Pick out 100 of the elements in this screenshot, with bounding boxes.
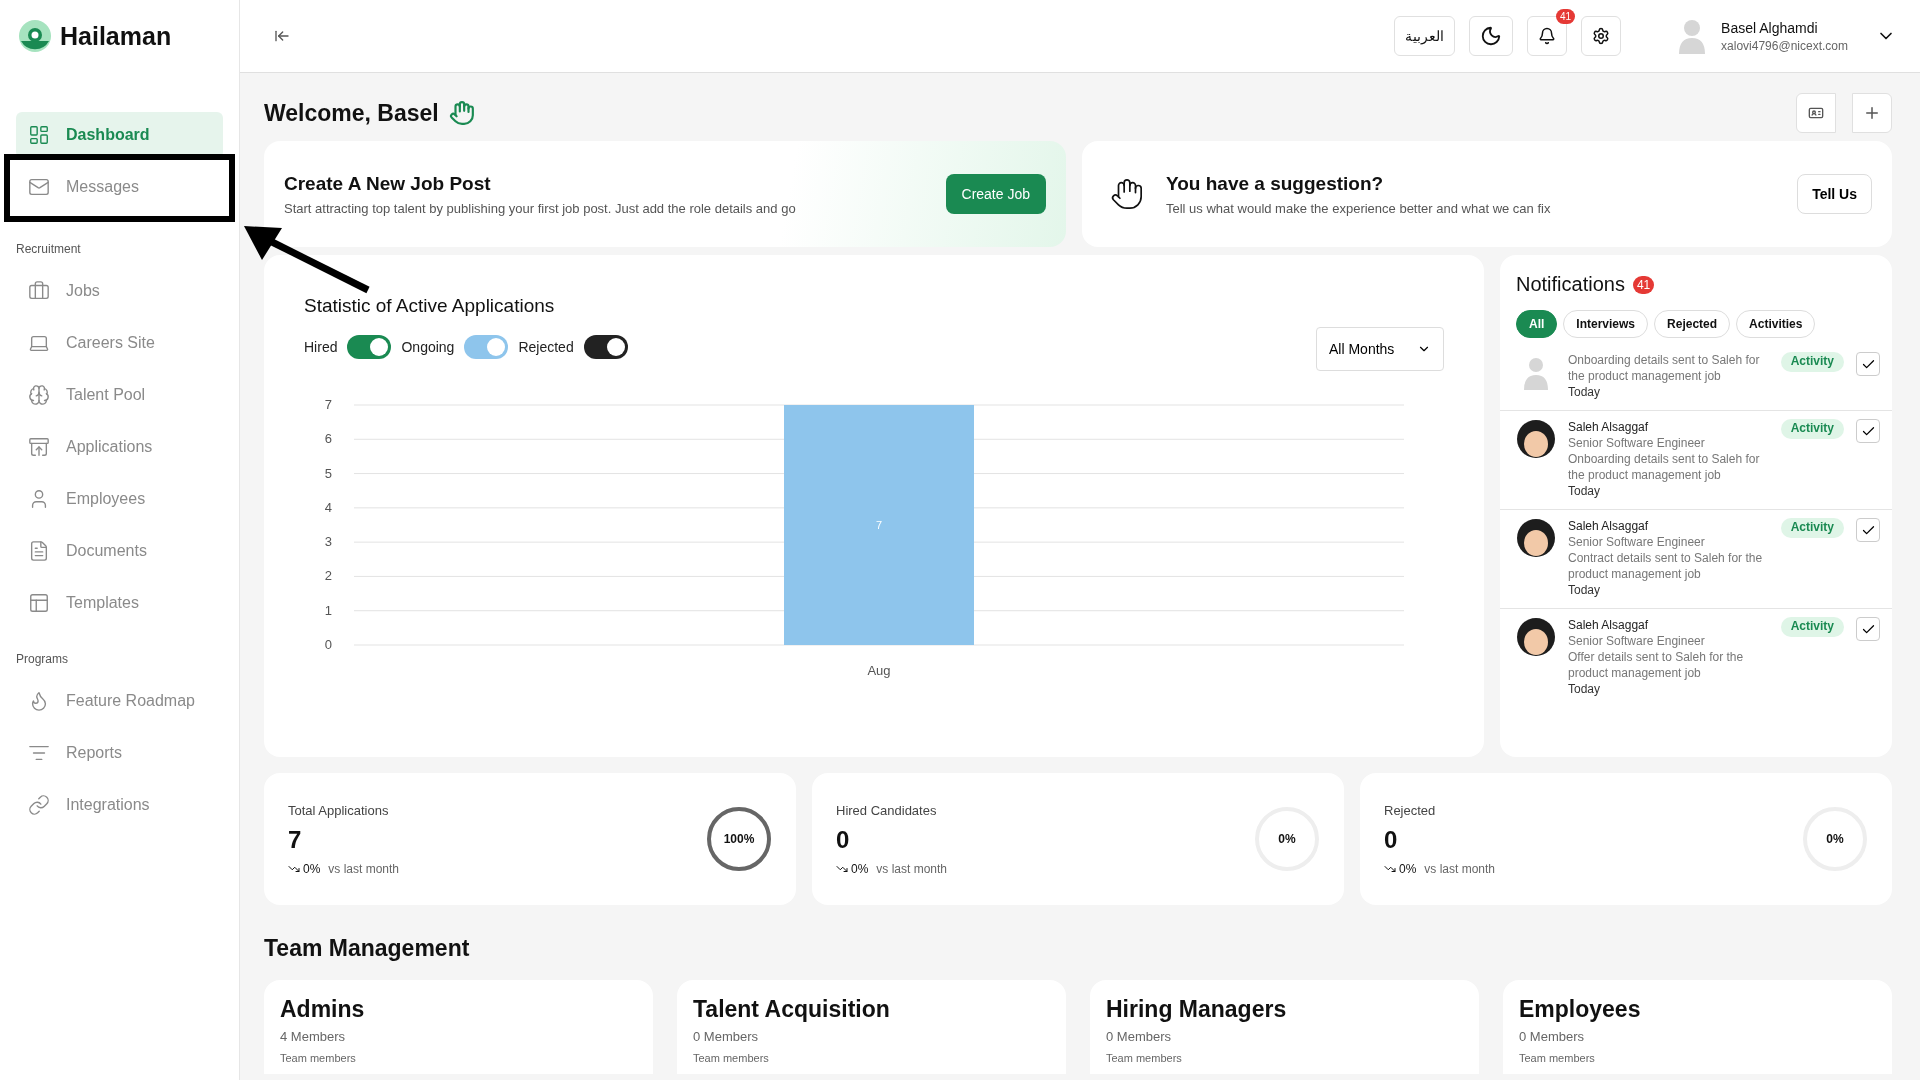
- person-role: Senior Software Engineer: [1568, 435, 1706, 451]
- axis-label: 6: [324, 431, 332, 447]
- stat-label: Rejected: [1384, 802, 1437, 818]
- sidebar-item[interactable]: Reports: [16, 730, 223, 776]
- axis-label: 1: [324, 602, 332, 618]
- person-name: Saleh Alsaggaf: [1568, 518, 1650, 534]
- section-title: Programs: [16, 652, 69, 666]
- axis-label: 0: [324, 637, 332, 652]
- series-toggle[interactable]: [583, 335, 628, 359]
- bell-icon: [1538, 27, 1557, 45]
- stat-label: Hired Candidates: [836, 802, 938, 818]
- sidebar-item[interactable]: Applications: [16, 424, 223, 470]
- axis-label: 4: [324, 499, 332, 515]
- comparison-text: vs last month: [1424, 861, 1496, 876]
- sidebar-item[interactable]: Templates: [16, 580, 223, 626]
- document-icon: [28, 540, 50, 562]
- filter-chip[interactable]: Rejected: [1654, 310, 1731, 338]
- person-role: Senior Software Engineer: [1568, 633, 1706, 649]
- notification-text: Onboarding details sent to Saleh for the product management job: [1568, 352, 1761, 384]
- card-icon: [1808, 105, 1824, 121]
- sidebar-item[interactable]: Jobs: [16, 268, 223, 314]
- card-title: You have a suggestion?: [1166, 172, 1385, 195]
- add-button[interactable]: [1852, 93, 1892, 133]
- avatar-icon: [1516, 518, 1556, 558]
- comparison-text: vs last month: [876, 861, 948, 876]
- filter-chip[interactable]: Activities: [1736, 310, 1816, 338]
- toggle-label: Rejected: [518, 339, 574, 355]
- mark-read-button[interactable]: [1856, 518, 1880, 542]
- change-value: 0%: [851, 861, 869, 876]
- stat-label: Total Applications: [288, 802, 390, 818]
- user-name: Basel Alghamdi: [1721, 19, 1819, 36]
- briefcase-icon: [28, 280, 50, 302]
- activity-tag: Activity: [1780, 352, 1844, 372]
- mark-read-button[interactable]: [1856, 419, 1880, 443]
- axis-label: 3: [324, 534, 332, 550]
- axis-label: 5: [324, 465, 332, 481]
- team-members-caption: Team members: [1106, 1052, 1183, 1064]
- team-name: Admins: [280, 996, 366, 1023]
- change-value: 0%: [1399, 861, 1417, 876]
- member-count: 0 Members: [1519, 1029, 1586, 1044]
- welcome-title: Welcome, Basel: [264, 99, 439, 127]
- avatar-icon: [1516, 617, 1556, 657]
- series-toggle[interactable]: [347, 335, 392, 359]
- axis-label: Aug: [867, 663, 891, 678]
- member-count: 0 Members: [1106, 1029, 1173, 1044]
- axis-label: 7: [324, 397, 332, 412]
- member-count: 0 Members: [693, 1029, 760, 1044]
- language-button[interactable]: العربية: [1394, 16, 1456, 56]
- card-description: Tell us what would make the experience better and what we can fix: [1166, 200, 1552, 216]
- mark-read-button[interactable]: [1856, 617, 1880, 641]
- waving-hand-icon: [448, 100, 475, 126]
- sidebar-item[interactable]: Talent Pool: [16, 372, 223, 418]
- activity-tag: Activity: [1780, 518, 1844, 538]
- notification-time: Today: [1568, 582, 1602, 598]
- archive-icon: [28, 436, 50, 458]
- percent-text: 0%: [1278, 832, 1296, 846]
- section-title: Recruitment: [16, 242, 82, 256]
- user-avatar-icon: [1677, 18, 1708, 54]
- data-label: 7: [875, 519, 883, 531]
- settings-button[interactable]: [1581, 16, 1622, 56]
- create-job-button[interactable]: Create Job: [945, 174, 1046, 214]
- tell-us-button[interactable]: Tell Us: [1797, 174, 1872, 214]
- link-icon: [28, 794, 50, 816]
- percent-text: 0%: [1826, 832, 1844, 846]
- filter-chip[interactable]: All: [1516, 310, 1558, 338]
- axis-label: 2: [324, 568, 332, 584]
- sidebar-item[interactable]: Messages: [16, 164, 223, 210]
- sidebar-item[interactable]: Careers Site: [16, 320, 223, 366]
- card-description: Start attracting top talent by publishing your first job post. Just add the role details and go: [284, 200, 796, 216]
- notification-time: Today: [1568, 483, 1602, 499]
- period-dropdown[interactable]: All Months: [1316, 327, 1444, 371]
- avatar-icon: [1516, 419, 1556, 459]
- percent-text: 100%: [723, 832, 755, 846]
- change-value: 0%: [303, 861, 321, 876]
- stat-value: 7: [288, 825, 303, 854]
- person-name: Saleh Alsaggaf: [1568, 617, 1650, 633]
- hand-icon: [1110, 177, 1144, 211]
- layout-icon: [28, 592, 50, 614]
- sidebar-item[interactable]: Documents: [16, 528, 223, 574]
- sidebar-item[interactable]: Integrations: [16, 782, 223, 828]
- notification-text: Contract details sent to Saleh for the product management job: [1568, 550, 1764, 582]
- chart-title: Statistic of Active Applications: [304, 295, 556, 317]
- card-view-button[interactable]: [1796, 93, 1836, 133]
- person-role: Senior Software Engineer: [1568, 534, 1706, 550]
- sidebar-item[interactable]: Feature Roadmap: [16, 678, 223, 724]
- filter-chip[interactable]: Interviews: [1563, 310, 1649, 338]
- member-count: 4 Members: [280, 1029, 347, 1044]
- notification-text: Onboarding details sent to Saleh for the product management job: [1568, 451, 1761, 483]
- notification-badge: 41: [1555, 9, 1576, 24]
- plus-icon: [1863, 104, 1881, 122]
- mail-icon: [28, 176, 50, 198]
- team-members-caption: Team members: [1519, 1052, 1596, 1064]
- stat-value: 0: [1384, 825, 1399, 854]
- theme-button[interactable]: [1469, 16, 1514, 56]
- sidebar-item[interactable]: Employees: [16, 476, 223, 522]
- series-toggle[interactable]: [464, 335, 509, 359]
- toggle-label: Ongoing: [401, 339, 455, 355]
- team-name: Talent Acquisition: [693, 996, 891, 1023]
- comparison-text: vs last month: [328, 861, 400, 876]
- mark-read-button[interactable]: [1856, 352, 1880, 376]
